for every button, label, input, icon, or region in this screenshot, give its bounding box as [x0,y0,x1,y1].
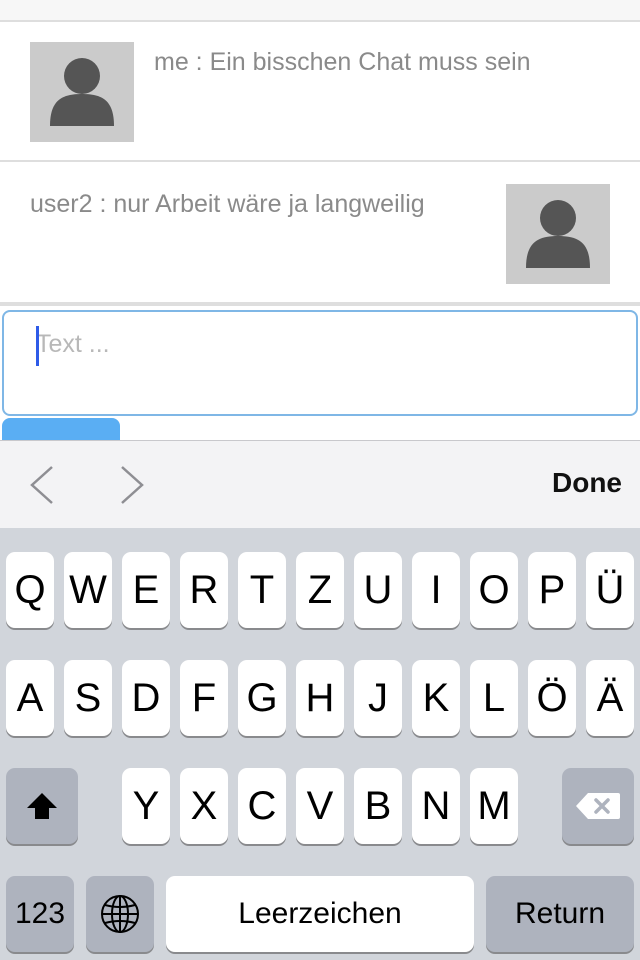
key-u[interactable]: U [354,552,402,628]
globe-icon [101,895,139,933]
space-key[interactable]: Leerzeichen [166,876,474,952]
return-key[interactable]: Return [486,876,634,952]
key-k[interactable]: K [412,660,460,736]
user-avatar-icon [30,42,134,142]
key-c[interactable]: C [238,768,286,844]
key-g[interactable]: G [238,660,286,736]
key-m[interactable]: M [470,768,518,844]
key-n[interactable]: N [412,768,460,844]
chevron-left-icon[interactable] [22,463,62,507]
key-x[interactable]: X [180,768,228,844]
key-r[interactable]: R [180,552,228,628]
key-p[interactable]: P [528,552,576,628]
done-button[interactable]: Done [552,467,622,499]
delete-key[interactable] [562,768,634,844]
key-ö[interactable]: Ö [528,660,576,736]
key-o[interactable]: O [470,552,518,628]
key-v[interactable]: V [296,768,344,844]
key-j[interactable]: J [354,660,402,736]
message-text-field[interactable]: Text ... [2,310,638,416]
key-h[interactable]: H [296,660,344,736]
input-placeholder: Text ... [36,330,110,358]
key-ä[interactable]: Ä [586,660,634,736]
message-text: me : Ein bisschen Chat muss sein [154,48,531,76]
key-s[interactable]: S [64,660,112,736]
key-l[interactable]: L [470,660,518,736]
key-q[interactable]: Q [6,552,54,628]
key-ü[interactable]: Ü [586,552,634,628]
key-w[interactable]: W [64,552,112,628]
numbers-key[interactable]: 123 [6,876,74,952]
key-t[interactable]: T [238,552,286,628]
key-y[interactable]: Y [122,768,170,844]
shift-key[interactable] [6,768,78,844]
backspace-icon [576,793,620,819]
key-a[interactable]: A [6,660,54,736]
text-caret [36,326,39,366]
key-d[interactable]: D [122,660,170,736]
chat-message-1: me : Ein bisschen Chat muss sein [0,22,640,162]
message-text: user2 : nur Arbeit wäre ja langweilig [30,190,425,218]
globe-key[interactable] [86,876,154,952]
keyboard-accessory-toolbar: Done [0,440,640,528]
key-i[interactable]: I [412,552,460,628]
key-b[interactable]: B [354,768,402,844]
user-avatar-icon [506,184,610,284]
key-e[interactable]: E [122,552,170,628]
keyboard: QWERTZUIOPÜ ASDFGHJKLÖÄ YXCVBNM 123 Leer… [0,528,640,960]
message-input-area: Text ... [0,304,640,444]
key-f[interactable]: F [180,660,228,736]
chat-message-2: user2 : nur Arbeit wäre ja langweilig [0,164,640,304]
top-strip [0,0,640,22]
shift-icon [27,793,57,819]
chevron-right-icon[interactable] [112,463,152,507]
key-z[interactable]: Z [296,552,344,628]
